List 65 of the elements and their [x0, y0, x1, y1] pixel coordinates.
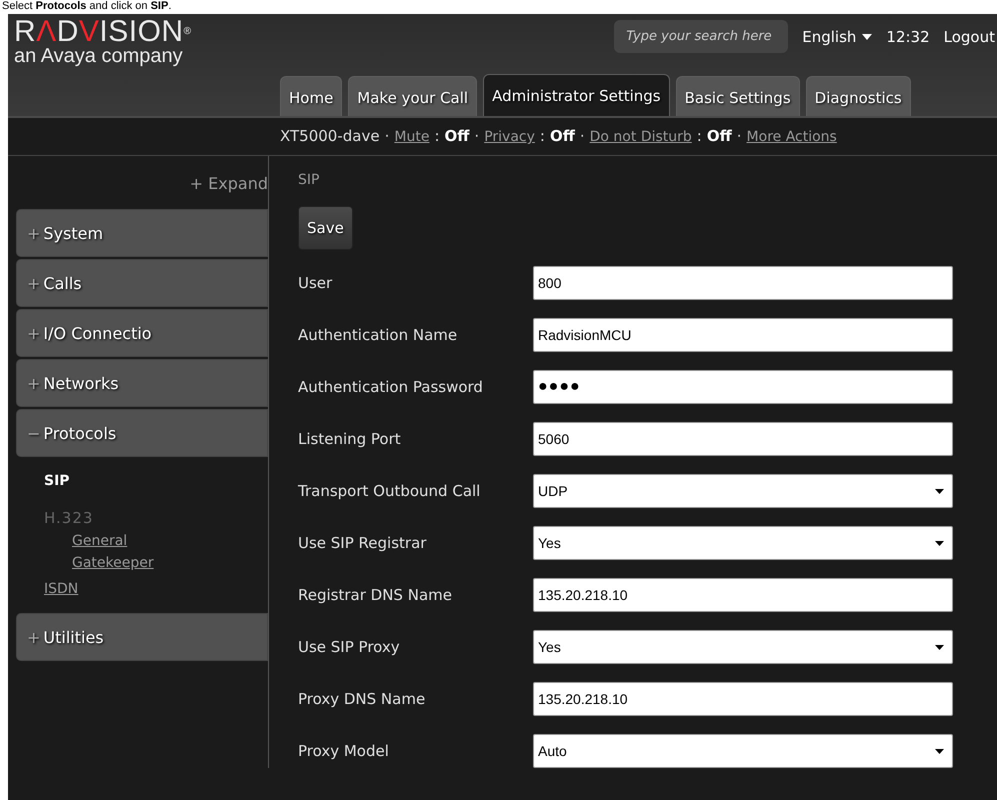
separator-dot: ·	[580, 127, 585, 145]
sidebar-link[interactable]: Gatekeeper	[72, 555, 154, 571]
field-label: Authentication Name	[298, 326, 458, 344]
field-label: Listening Port	[298, 430, 402, 448]
clock-time: 12:32	[886, 28, 930, 46]
page-title: SIP	[298, 172, 320, 188]
sidebar-heading: H.323	[44, 509, 94, 527]
status-link[interactable]: Do not Disturb	[590, 129, 692, 145]
password-field[interactable]: ●●●●	[533, 370, 953, 404]
field-label: User	[298, 274, 334, 292]
caret-icon	[935, 488, 944, 494]
input-field[interactable]: 5060	[533, 422, 953, 456]
field-label: Proxy Model	[298, 742, 390, 760]
separator-dot: ·	[384, 127, 390, 145]
sidebar-group[interactable]: + System	[16, 209, 268, 257]
status-link[interactable]: Mute	[394, 129, 430, 145]
field-label: Proxy DNS Name	[298, 690, 426, 708]
device-name: XT5000-dave	[280, 127, 380, 145]
select-field[interactable]: Yes	[533, 526, 953, 560]
sidebar-group[interactable]: + Utilities	[16, 613, 268, 661]
save-button[interactable]: Save	[298, 206, 353, 250]
separator-dot: ·	[736, 127, 742, 145]
colon-text: :	[434, 127, 440, 145]
select-field[interactable]: Auto	[533, 734, 953, 768]
nav-tab[interactable]: Basic Settings	[676, 76, 800, 116]
caret-icon	[935, 540, 944, 546]
colon-text: :	[696, 127, 702, 145]
caret-icon	[862, 34, 872, 40]
nav-tab[interactable]: Make your Call	[348, 76, 478, 116]
caret-icon	[935, 748, 944, 754]
sidebar-group[interactable]: + Networks	[16, 359, 268, 407]
colon-text: :	[540, 127, 545, 145]
more-actions-link[interactable]: More Actions	[746, 129, 837, 145]
caret-icon	[935, 644, 944, 650]
separator-dot: ·	[474, 127, 480, 145]
field-label: Use SIP Proxy	[298, 638, 401, 656]
sidebar-link[interactable]: General	[72, 533, 128, 549]
logo: RΛDVISION$^{®}$ an Avaya company	[13, 14, 192, 66]
sidebar-group[interactable]: + Calls	[16, 259, 268, 307]
instruction-text: Select Protocols and click on SIP.	[2, 0, 172, 12]
status-value: Off	[706, 127, 732, 145]
input-field[interactable]: 135.20.218.10	[533, 578, 953, 612]
input-field[interactable]: RadvisionMCU	[533, 318, 953, 352]
field-label: Registrar DNS Name	[298, 586, 453, 604]
select-field[interactable]: UDP	[533, 474, 953, 508]
input-field[interactable]: 135.20.218.10	[533, 682, 953, 716]
sidebar-link[interactable]: SIP	[44, 473, 70, 489]
sidebar-group[interactable]: − Protocols	[16, 409, 268, 457]
nav-tab[interactable]: Home	[280, 76, 342, 116]
search-field[interactable]: Type your search here	[614, 20, 788, 53]
sidebar-link[interactable]: ISDN	[44, 581, 78, 597]
status-link[interactable]: Privacy	[484, 129, 535, 145]
expand-link[interactable]: + Expand	[190, 174, 268, 193]
nav-tab[interactable]: Diagnostics	[806, 76, 911, 116]
input-field[interactable]: 800	[533, 266, 953, 300]
field-label: Authentication Password	[298, 378, 484, 396]
logout-link[interactable]: Logout	[944, 28, 995, 46]
field-label: Transport Outbound Call	[298, 482, 482, 500]
sidebar-group[interactable]: + I/O Connectio	[16, 309, 268, 357]
status-value: Off	[550, 127, 575, 145]
select-field[interactable]: Yes	[533, 630, 953, 664]
status-value: Off	[444, 127, 470, 145]
field-label: Use SIP Registrar	[298, 534, 428, 552]
language-dropdown[interactable]: English	[802, 28, 872, 46]
nav-tab[interactable]: Administrator Settings	[483, 74, 670, 116]
